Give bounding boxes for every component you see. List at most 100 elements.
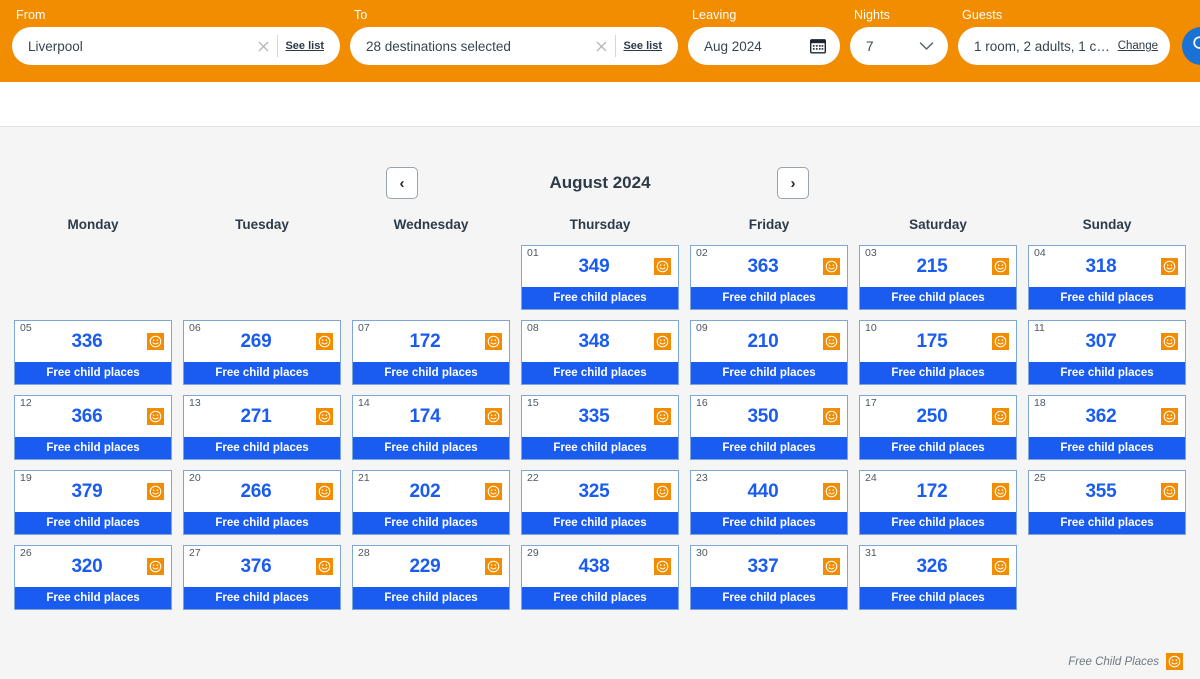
calendar-day-cell[interactable]: 25 355 Free child places: [1028, 470, 1186, 535]
free-child-places-badge: Free child places: [691, 287, 847, 309]
calendar-day-cell[interactable]: 07 172 Free child places: [352, 320, 510, 385]
calendar-day-price: 210: [747, 330, 779, 352]
calendar-day-cell[interactable]: 31 326 Free child places: [859, 545, 1017, 610]
calendar-day-cell[interactable]: 26 320 Free child places: [14, 545, 172, 610]
field-group-nights: Nights 7: [850, 8, 948, 65]
calendar-day-cell[interactable]: 06 269 Free child places: [183, 320, 341, 385]
guests-change-link[interactable]: Change: [1118, 40, 1158, 52]
calendar-day-price: 271: [240, 405, 272, 427]
calendar-day-cell[interactable]: 03 215 Free child places: [859, 245, 1017, 310]
to-clear-icon[interactable]: [590, 35, 612, 57]
calendar-day-top: 14 174: [353, 396, 509, 437]
calendar-day-price: 318: [1085, 255, 1117, 277]
calendar-day-price: 336: [71, 330, 103, 352]
calendar-day-cell[interactable]: 10 175 Free child places: [859, 320, 1017, 385]
calendar-day-price: 266: [240, 480, 272, 502]
smiley-icon: [1161, 333, 1178, 350]
to-label: To: [354, 8, 368, 22]
calendar-icon[interactable]: [810, 38, 826, 54]
to-input[interactable]: 28 destinations selected See list: [350, 27, 678, 65]
calendar-day-top: 26 320: [15, 546, 171, 587]
to-value: 28 destinations selected: [366, 38, 511, 54]
free-child-places-badge: Free child places: [522, 362, 678, 384]
calendar-day-number: 29: [527, 547, 539, 559]
calendar-day-top: 07 172: [353, 321, 509, 362]
calendar-day-cell[interactable]: 02 363 Free child places: [690, 245, 848, 310]
calendar-day-number: 14: [358, 397, 370, 409]
smiley-icon: [992, 408, 1009, 425]
calendar-day-cell[interactable]: 21 202 Free child places: [352, 470, 510, 535]
calendar-day-number: 17: [865, 397, 877, 409]
from-see-list-link[interactable]: See list: [285, 40, 324, 52]
calendar-day-top: 28 229: [353, 546, 509, 587]
calendar-day-cell[interactable]: 24 172 Free child places: [859, 470, 1017, 535]
calendar-day-cell[interactable]: 19 379 Free child places: [14, 470, 172, 535]
calendar-day-top: 31 326: [860, 546, 1016, 587]
calendar-day-cell[interactable]: 22 325 Free child places: [521, 470, 679, 535]
calendar-day-cell[interactable]: 04 318 Free child places: [1028, 245, 1186, 310]
to-see-list-link[interactable]: See list: [623, 40, 662, 52]
from-value: Liverpool: [28, 38, 83, 54]
calendar-day-cell[interactable]: 18 362 Free child places: [1028, 395, 1186, 460]
calendar-day-top: 04 318: [1029, 246, 1185, 287]
secondary-bar: [0, 82, 1200, 127]
calendar-panel: ‹ August 2024 › Monday Tuesday Wednesday Th…: [0, 127, 1200, 679]
calendar-day-number: 22: [527, 472, 539, 484]
smiley-icon: [1166, 653, 1183, 670]
calendar-day-top: 11 307: [1029, 321, 1185, 362]
smiley-icon: [485, 408, 502, 425]
calendar-day-top: 03 215: [860, 246, 1016, 287]
calendar-day-cell[interactable]: 29 438 Free child places: [521, 545, 679, 610]
calendar-day-price: 349: [578, 255, 610, 277]
calendar-day-cell[interactable]: 05 336 Free child places: [14, 320, 172, 385]
calendar-day-cell[interactable]: 13 271 Free child places: [183, 395, 341, 460]
calendar-day-top: 24 172: [860, 471, 1016, 512]
smiley-icon: [147, 558, 164, 575]
search-submit-button[interactable]: [1182, 27, 1200, 65]
guests-input[interactable]: 1 room, 2 adults, 1 child Change: [958, 27, 1170, 65]
calendar-day-number: 07: [358, 322, 370, 334]
calendar-day-price: 440: [747, 480, 779, 502]
chevron-right-icon: ›: [790, 174, 796, 192]
calendar-cell-empty: [183, 245, 341, 310]
calendar-day-number: 24: [865, 472, 877, 484]
leaving-value: Aug 2024: [704, 38, 762, 54]
calendar-day-number: 20: [189, 472, 201, 484]
from-clear-icon[interactable]: [252, 35, 274, 57]
calendar-day-top: 02 363: [691, 246, 847, 287]
calendar-day-cell[interactable]: 09 210 Free child places: [690, 320, 848, 385]
calendar-day-number: 23: [696, 472, 708, 484]
calendar-day-cell[interactable]: 23 440 Free child places: [690, 470, 848, 535]
calendar-day-cell[interactable]: 27 376 Free child places: [183, 545, 341, 610]
nights-select[interactable]: 7: [850, 27, 948, 65]
field-group-to: To 28 destinations selected See list: [350, 8, 678, 65]
next-month-button[interactable]: ›: [777, 167, 809, 199]
calendar-day-cell[interactable]: 12 366 Free child places: [14, 395, 172, 460]
weekday-header: Friday: [748, 217, 790, 232]
free-child-places-badge: Free child places: [184, 437, 340, 459]
weekday-header: Sunday: [1082, 217, 1132, 232]
free-child-places-badge: Free child places: [860, 287, 1016, 309]
from-input[interactable]: Liverpool See list: [12, 27, 340, 65]
calendar-day-cell[interactable]: 01 349 Free child places: [521, 245, 679, 310]
leaving-input[interactable]: Aug 2024: [688, 27, 840, 65]
calendar-day-cell[interactable]: 30 337 Free child places: [690, 545, 848, 610]
calendar-day-cell[interactable]: 15 335 Free child places: [521, 395, 679, 460]
calendar-day-cell[interactable]: 17 250 Free child places: [859, 395, 1017, 460]
calendar-day-price: 348: [578, 330, 610, 352]
weekday-header: Saturday: [909, 217, 967, 232]
smiley-icon: [654, 558, 671, 575]
calendar-day-price: 326: [916, 555, 948, 577]
smiley-icon: [485, 333, 502, 350]
calendar-day-cell[interactable]: 14 174 Free child places: [352, 395, 510, 460]
calendar-day-cell[interactable]: 16 350 Free child places: [690, 395, 848, 460]
calendar-day-cell[interactable]: 28 229 Free child places: [352, 545, 510, 610]
chevron-down-icon[interactable]: [919, 41, 934, 51]
calendar-day-cell[interactable]: 08 348 Free child places: [521, 320, 679, 385]
calendar-day-cell[interactable]: 20 266 Free child places: [183, 470, 341, 535]
calendar-day-price: 172: [916, 480, 948, 502]
free-child-places-badge: Free child places: [353, 437, 509, 459]
free-child-places-badge: Free child places: [522, 287, 678, 309]
calendar-day-price: 307: [1085, 330, 1117, 352]
calendar-day-cell[interactable]: 11 307 Free child places: [1028, 320, 1186, 385]
